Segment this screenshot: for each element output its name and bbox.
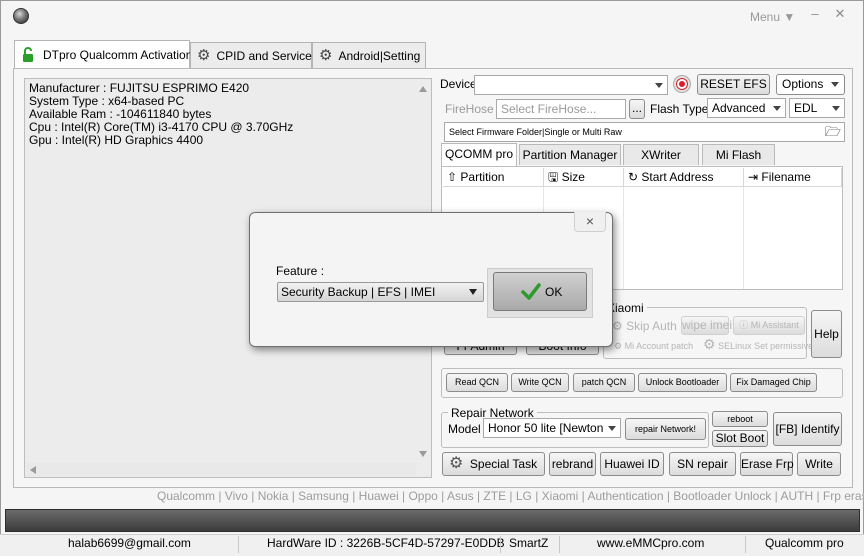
tab-dtpro-qualcomm-activation[interactable]: DTpro Qualcomm Activation (14, 40, 192, 69)
arrow-circle-icon: ⇧ (447, 170, 458, 184)
chevron-down-icon (655, 83, 663, 88)
progress-bar (5, 509, 860, 532)
refresh-device-button[interactable] (673, 75, 691, 93)
help-button[interactable]: Help (811, 310, 842, 358)
hardware-id: HardWare ID : 3226B-5CF4D-57297-E0DDB (267, 536, 505, 550)
app-logo-icon (13, 8, 29, 24)
refresh-icon: ↻ (628, 170, 639, 184)
username: SmartZ (509, 536, 549, 550)
device-label: Device (440, 77, 477, 91)
chevron-down-icon (469, 289, 477, 295)
firehose-label: FireHose (445, 102, 494, 116)
scroll-left-icon[interactable] (30, 466, 36, 474)
subtab-xwriter[interactable]: XWriter (623, 144, 699, 165)
edl-select[interactable]: EDL (789, 98, 845, 118)
divider (559, 536, 560, 553)
model-label: Model (448, 422, 481, 436)
info-hscrollbar[interactable] (26, 463, 416, 476)
user-email: halab6699@gmail.com (68, 536, 191, 550)
gear-icon: ⚙ (197, 46, 211, 64)
skip-auth-button[interactable]: ⚙ Skip Auth (612, 319, 677, 333)
folder-open-icon[interactable]: 🗁 (825, 125, 841, 139)
website-link[interactable]: www.eMMCpro.com (597, 536, 704, 550)
read-qcn-button[interactable]: Read QCN (446, 373, 508, 392)
write-qcn-button[interactable]: Write QCN (511, 373, 569, 392)
special-task-button[interactable]: ⚙ Special Task (442, 452, 545, 476)
patch-qcn-button[interactable]: patch QCN (573, 373, 635, 392)
col-start-address[interactable]: ↻ Start Address (624, 168, 744, 187)
flash-type-label: Flash Type (650, 102, 709, 116)
ok-button[interactable]: OK (493, 272, 587, 311)
huawei-id-button[interactable]: Huawei ID (600, 452, 664, 476)
selinux-button[interactable]: ⚙ SELinux Set permissive (703, 336, 813, 353)
chevron-down-icon (831, 82, 839, 87)
tab-cpid-and-services[interactable]: ⚙ CPID and Services (190, 42, 318, 68)
subtab-mi-flash[interactable]: Mi Flash (702, 144, 775, 165)
reset-efs-button[interactable]: RESET EFS (697, 74, 770, 95)
scroll-up-icon[interactable] (419, 86, 427, 92)
gear-icon: ⚙ (612, 319, 623, 333)
export-icon: ⇥ (748, 170, 759, 184)
firehose-browse-button[interactable]: ... (629, 99, 645, 119)
checkmark-icon (521, 283, 541, 300)
col-partition[interactable]: ⇧ Partition (443, 168, 544, 187)
subtab-partition-manager[interactable]: Partition Manager (519, 144, 621, 165)
col-size[interactable]: 🖫 Size (544, 168, 624, 187)
gear-icon: ⚙ (614, 341, 623, 351)
minimize-button[interactable]: – (805, 5, 825, 23)
chevron-down-icon (832, 106, 840, 111)
tab-android-setting[interactable]: ⚙ Android|Setting (312, 42, 426, 68)
product-name: Qualcomm pro (765, 536, 844, 550)
gpu-line: Gpu : Intel(R) HD Graphics 4400 (29, 133, 204, 147)
repair-network-button[interactable]: repair Network! (625, 418, 706, 440)
subtab-qcomm-pro[interactable]: QCOMM pro (441, 143, 517, 166)
record-icon (677, 79, 687, 89)
save-icon: 🖫 (548, 170, 559, 184)
firehose-input[interactable]: Select FireHose... (496, 99, 626, 119)
write-button[interactable]: Write (797, 452, 841, 476)
mi-account-patch-button[interactable]: ⚙ Mi Account patch (614, 341, 693, 352)
menu-dropdown[interactable]: Menu ▼ (750, 10, 795, 24)
divider (238, 536, 239, 553)
flash-type-select[interactable]: Advanced (707, 98, 786, 118)
chevron-down-icon (773, 106, 781, 111)
divider (500, 536, 501, 553)
info-icon: ⓘ (739, 320, 749, 330)
close-window-button[interactable]: ✕ (830, 5, 850, 23)
reboot-button[interactable]: reboot (712, 411, 768, 427)
wipe-imei-button[interactable]: wipe imei (681, 316, 732, 335)
feature-label: Feature : (276, 264, 325, 278)
model-select[interactable]: Honor 50 lite [Newton (483, 418, 621, 438)
device-select[interactable] (474, 75, 668, 95)
scroll-down-icon[interactable] (419, 451, 427, 457)
firmware-folder-input[interactable]: Select Firmware Folder|Single or Multi R… (444, 122, 845, 142)
dialog-close-button[interactable]: × (574, 212, 606, 232)
sn-repair-button[interactable]: SN repair (669, 452, 736, 476)
unlock-icon (21, 47, 37, 63)
erase-frp-button[interactable]: Erase Frp (740, 452, 794, 476)
col-filename[interactable]: ⇥ Filename (744, 168, 842, 187)
gears-icon: ⚙ (319, 46, 333, 64)
feature-select[interactable]: Security Backup | EFS | IMEI (277, 282, 484, 302)
fix-damaged-chip-button[interactable]: Fix Damaged Chip (730, 373, 817, 392)
grid-column (624, 187, 744, 289)
options-dropdown[interactable]: Options (776, 74, 845, 95)
gears-icon: ⚙ (703, 336, 716, 352)
unlock-bootloader-button[interactable]: Unlock Bootloader (638, 373, 727, 392)
fb-identify-button[interactable]: [FB] Identify (773, 412, 842, 446)
chevron-down-icon (608, 426, 616, 431)
slot-boot-button[interactable]: Slot Boot (712, 430, 768, 447)
supported-brands-marquee: Qualcomm | Vivo | Nokia | Samsung | Huaw… (157, 489, 864, 503)
gears-icon: ⚙ (449, 455, 464, 472)
mi-assistant-button[interactable]: ⓘ Mi Assistant (733, 316, 805, 335)
rebrand-button[interactable]: rebrand (549, 452, 596, 476)
divider (745, 536, 746, 553)
